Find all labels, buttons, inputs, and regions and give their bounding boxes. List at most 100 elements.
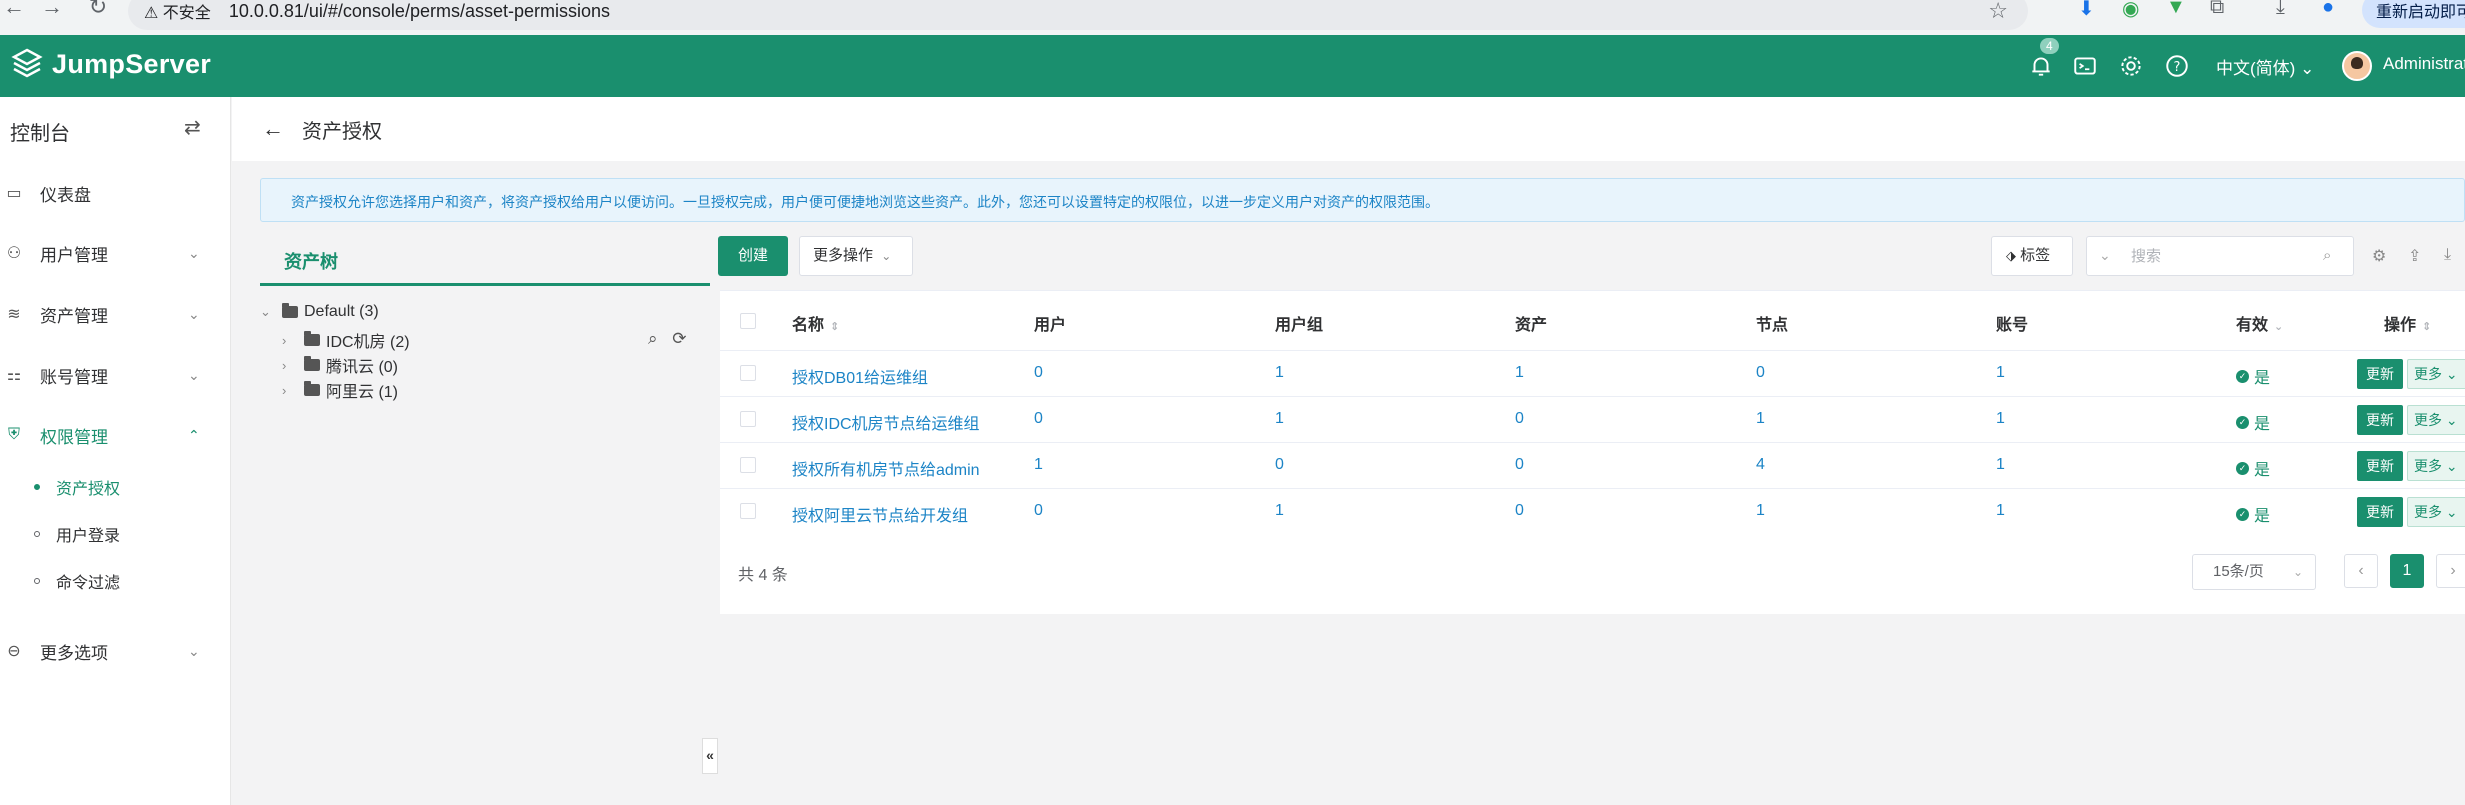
- import-icon[interactable]: ⤓: [2444, 246, 2451, 264]
- sort-icon[interactable]: ⇕: [2422, 321, 2431, 333]
- users-count-link[interactable]: 0: [1034, 364, 1043, 382]
- settings-gear-icon[interactable]: [2118, 53, 2144, 79]
- update-button[interactable]: 更新: [2357, 405, 2403, 435]
- user-groups-count-link[interactable]: 0: [1275, 456, 1284, 474]
- sidebar-item-dashboard[interactable]: ▭ 仪表盘: [0, 173, 231, 213]
- accounts-count-link[interactable]: 1: [1996, 410, 2005, 428]
- page-number-button[interactable]: 1: [2390, 554, 2424, 588]
- search-input[interactable]: [2131, 245, 2311, 267]
- forward-icon[interactable]: →: [32, 0, 72, 20]
- filter-icon[interactable]: ⌄: [2274, 321, 2283, 333]
- permission-name-link[interactable]: 授权DB01给运维组: [792, 364, 928, 388]
- extension-green-icon[interactable]: ◉: [2122, 0, 2139, 21]
- tab-asset-tree[interactable]: 资产树: [260, 232, 710, 286]
- assets-count-link[interactable]: 0: [1515, 456, 1524, 474]
- help-icon[interactable]: ?: [2164, 53, 2190, 79]
- switch-view-icon[interactable]: ⇄: [184, 115, 201, 140]
- users-count-link[interactable]: 0: [1034, 410, 1043, 428]
- sidebar-subitem-user-login[interactable]: 用户登录: [0, 516, 231, 552]
- nodes-count-link[interactable]: 4: [1756, 456, 1765, 474]
- select-all-checkbox[interactable]: [740, 313, 756, 329]
- caret-right-icon[interactable]: ›: [282, 333, 298, 348]
- more-actions-dropdown[interactable]: 更多 ⌄: [2407, 451, 2465, 481]
- restart-button[interactable]: 重新启动即可: [2362, 0, 2465, 28]
- update-button[interactable]: 更新: [2357, 497, 2403, 527]
- sidebar-item-users[interactable]: ⚇ 用户管理 ⌄: [0, 233, 231, 273]
- search-box[interactable]: ⌄ ⌕: [2086, 236, 2354, 276]
- sidebar-subitem-command-filter[interactable]: 命令过滤: [0, 563, 231, 599]
- tree-node-idc[interactable]: › IDC机房 (2): [282, 328, 410, 352]
- tree-node-default[interactable]: ⌄ Default (3): [260, 303, 379, 321]
- bookmark-star-icon[interactable]: ☆: [1988, 0, 2008, 24]
- permission-name-link[interactable]: 授权阿里云节点给开发组: [792, 502, 968, 526]
- search-icon[interactable]: ⌕: [2323, 247, 2331, 264]
- back-icon[interactable]: ←: [0, 0, 34, 20]
- nodes-count-link[interactable]: 0: [1756, 364, 1765, 382]
- nodes-count-link[interactable]: 1: [1756, 502, 1765, 520]
- downloads-icon[interactable]: ⤓: [2276, 0, 2285, 19]
- users-count-link[interactable]: 1: [1034, 456, 1043, 474]
- assets-count-link[interactable]: 0: [1515, 502, 1524, 520]
- caret-down-icon[interactable]: ⌄: [260, 304, 276, 320]
- permission-name-link[interactable]: 授权IDC机房节点给运维组: [792, 410, 980, 434]
- permission-name-link[interactable]: 授权所有机房节点给admin: [792, 456, 980, 480]
- sidebar-item-more-options[interactable]: ⊖ 更多选项 ⌄: [0, 631, 231, 671]
- tree-node-tencent[interactable]: › 腾讯云 (0): [282, 353, 398, 377]
- reload-icon[interactable]: ↻: [78, 0, 118, 20]
- next-page-button[interactable]: ›: [2436, 554, 2465, 588]
- sort-icon[interactable]: ⇕: [830, 321, 839, 333]
- row-checkbox[interactable]: [740, 365, 756, 381]
- collapse-tree-icon[interactable]: «: [702, 738, 718, 774]
- more-actions-dropdown[interactable]: 更多 ⌄: [2407, 497, 2465, 527]
- extension-vue-icon[interactable]: ▼: [2166, 0, 2186, 19]
- accounts-count-link[interactable]: 1: [1996, 456, 2005, 474]
- user-groups-count-link[interactable]: 1: [1275, 502, 1284, 520]
- accounts-count-link[interactable]: 1: [1996, 364, 2005, 382]
- profile-icon[interactable]: ●: [2322, 0, 2334, 19]
- settings-gear-icon[interactable]: ⚙: [2372, 246, 2386, 266]
- user-groups-count-link[interactable]: 1: [1275, 364, 1284, 382]
- column-header-name[interactable]: 名称 ⇕: [792, 311, 839, 335]
- bell-icon[interactable]: [2028, 53, 2054, 79]
- tags-button[interactable]: ⬗ 标签: [1991, 236, 2073, 276]
- more-actions-dropdown[interactable]: 更多 ⌄: [2407, 405, 2465, 435]
- assets-count-link[interactable]: 0: [1515, 410, 1524, 428]
- update-button[interactable]: 更新: [2357, 359, 2403, 389]
- sidebar-item-permissions[interactable]: ⛨ 权限管理 ⌃: [0, 415, 231, 455]
- caret-right-icon[interactable]: ›: [282, 383, 298, 398]
- nodes-count-link[interactable]: 1: [1756, 410, 1765, 428]
- accounts-count-link[interactable]: 1: [1996, 502, 2005, 520]
- language-switcher[interactable]: 中文(简体) ⌄: [2216, 54, 2314, 79]
- more-operations-button[interactable]: 更多操作 ⌄: [799, 236, 913, 276]
- sidebar-item-assets[interactable]: ≋ 资产管理 ⌄: [0, 294, 231, 334]
- row-checkbox[interactable]: [740, 503, 756, 519]
- sidebar-item-accounts[interactable]: ⚏ 账号管理 ⌄: [0, 355, 231, 395]
- row-checkbox[interactable]: [740, 457, 756, 473]
- refresh-icon[interactable]: ⟳: [672, 329, 686, 348]
- insecure-warning[interactable]: ⚠ 不安全: [144, 0, 211, 23]
- update-button[interactable]: 更新: [2357, 451, 2403, 481]
- user-name[interactable]: Administrator: [2383, 54, 2465, 74]
- search-icon[interactable]: ⌕: [648, 329, 658, 348]
- avatar[interactable]: [2342, 51, 2372, 81]
- address-bar[interactable]: ⚠ 不安全 10.0.0.81/ui/#/console/perms/asset…: [128, 0, 2028, 30]
- logo[interactable]: JumpServer: [10, 47, 211, 81]
- page-size-select[interactable]: 15条/页 ⌄: [2192, 554, 2316, 590]
- column-header-valid[interactable]: 有效 ⌄: [2236, 311, 2283, 335]
- user-groups-count-link[interactable]: 1: [1275, 410, 1284, 428]
- caret-right-icon[interactable]: ›: [282, 358, 298, 373]
- extension-download-icon[interactable]: ⬇: [2078, 0, 2095, 21]
- users-count-link[interactable]: 0: [1034, 502, 1043, 520]
- prev-page-button[interactable]: ‹: [2344, 554, 2378, 588]
- assets-count-link[interactable]: 1: [1515, 364, 1524, 382]
- url-text[interactable]: 10.0.0.81/ui/#/console/perms/asset-permi…: [229, 1, 610, 22]
- export-icon[interactable]: ⇪: [2408, 246, 2421, 266]
- more-actions-dropdown[interactable]: 更多 ⌄: [2407, 359, 2465, 389]
- column-header-actions[interactable]: 操作 ⇕: [2384, 311, 2431, 335]
- create-button[interactable]: 创建: [718, 236, 788, 276]
- back-arrow-icon[interactable]: ←: [262, 116, 284, 142]
- terminal-icon[interactable]: [2072, 53, 2098, 79]
- chevron-down-icon[interactable]: ⌄: [2099, 247, 2111, 264]
- row-checkbox[interactable]: [740, 411, 756, 427]
- extensions-puzzle-icon[interactable]: ⧉: [2210, 0, 2224, 19]
